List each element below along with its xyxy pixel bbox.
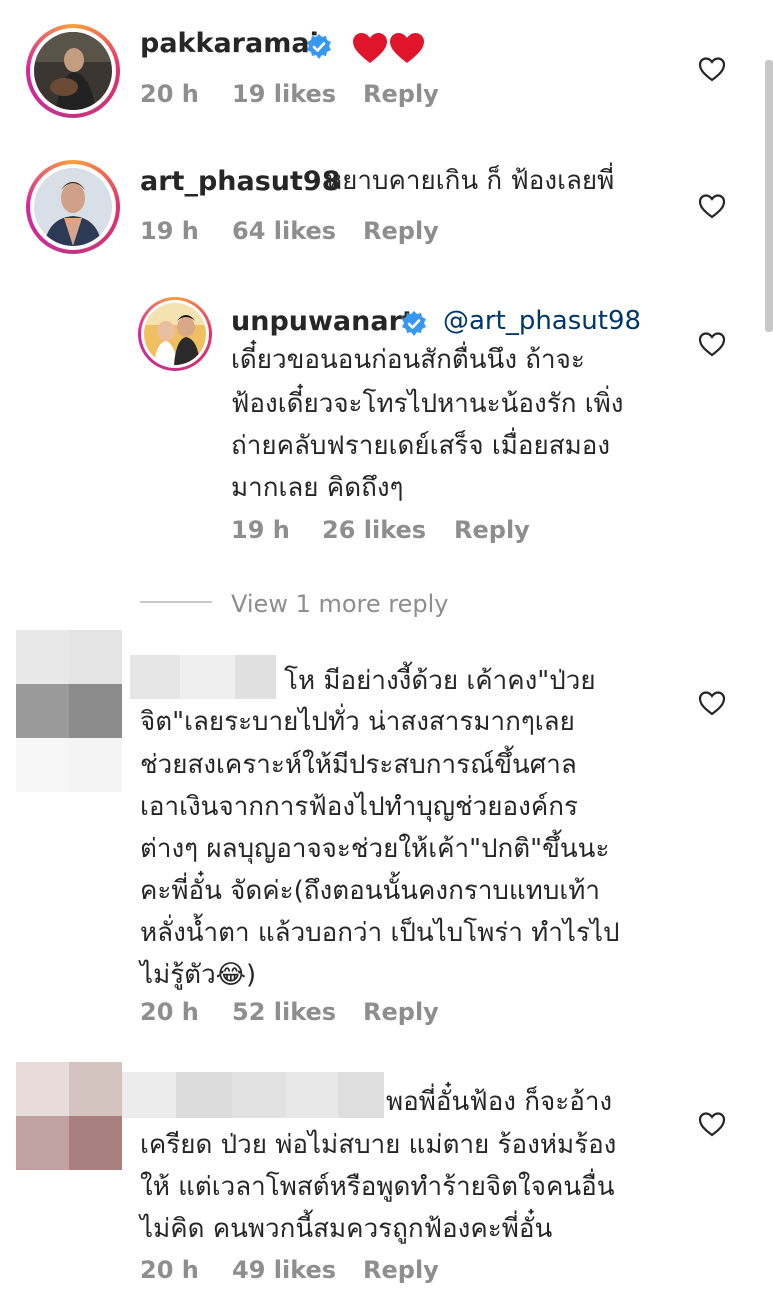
comment-username[interactable]: unpuwanart [231,306,415,337]
like-heart-outline-icon[interactable] [698,56,726,82]
comment-text-line: เอาเงินจากการฟ้องไปทำบุญช่วยองค์กร [140,792,578,822]
reply-button[interactable]: Reply [363,1256,439,1284]
like-heart-outline-icon[interactable] [698,193,726,219]
scrollbar[interactable] [765,60,773,332]
comment-text-line: โห มีอย่างงี้ด้วย เค้าคง"ป่วย [284,666,596,696]
comment-text-line: ไม่คิด คนพวกนี้สมควรถูกฟ้องคะพี่อั๋น [140,1214,553,1244]
avatar-ring[interactable] [138,297,212,371]
comment-text-line: เครียด ป่วย พ่อไม่สบาย แม่ตาย ร้องห่มร้อ… [140,1130,617,1160]
reply-button[interactable]: Reply [363,217,439,245]
verified-badge-icon [402,311,426,336]
verified-badge-icon [307,34,331,59]
comment-text-line: ฟ้องเดี๋ยวจะโทรไปหานะน้องรัก เพิ่ง [231,389,624,419]
comment-likes[interactable]: 26 likes [322,516,426,544]
avatar [144,303,206,365]
heart-icon [353,33,387,63]
comment-text: ❤️❤️ [352,26,355,27]
comment-likes[interactable]: 19 likes [232,80,336,108]
avatar[interactable] [16,630,122,792]
comment-time: 20 h [140,1256,199,1284]
reply-button[interactable]: Reply [363,80,439,108]
comment-text-line: ต่างๆ ผลบุญอาจจะช่วยให้เค้า"ปกติ"ขึ้นนะ [140,834,610,864]
comment-text-line: จิต"เลยระบายไปทั่ว น่าสงสารมากๆเลย [140,707,575,737]
comment-text-line: พอพี่อั๋นฟ้อง ก็จะอ้าง [386,1087,613,1117]
blurred-username[interactable] [122,1072,384,1118]
avatar[interactable] [16,1062,122,1170]
avatar-ring[interactable] [26,24,120,118]
heart-icon [390,33,424,63]
comment-time: 19 h [140,217,199,245]
like-heart-outline-icon[interactable] [698,1111,726,1137]
comment-likes[interactable]: 52 likes [232,998,336,1026]
mention-link[interactable]: @art_phasut98 [443,300,641,342]
reply-button[interactable]: Reply [363,998,439,1026]
blurred-username[interactable] [130,655,276,699]
comment-likes[interactable]: 64 likes [232,217,336,245]
comment-username[interactable]: art_phasut98 [140,166,340,197]
comment-time: 20 h [140,80,199,108]
like-heart-outline-icon[interactable] [698,690,726,716]
comment-time: 20 h [140,998,199,1026]
view-more-divider [140,601,212,603]
comment-text: หยาบคายเกิน ก็ ฟ้องเลยพี่ [325,166,615,196]
like-heart-outline-icon[interactable] [698,331,726,357]
comment-text-line: ช่วยสงเคราะห์ให้มีประสบการณ์ขึ้นศาล [140,750,577,780]
comment-text-line: ให้ แต่เวลาโพสต์หรือพูดทำร้ายจิตใจคนอื่น [140,1172,615,1202]
comment-likes[interactable]: 49 likes [232,1256,336,1284]
comment-text-line: เดี๋ยวขอนอนก่อนสักตื่นนึง ถ้าจะ [231,345,585,375]
comment-text-line: ถ่ายคลับฟรายเดย์เสร็จ เมื่อยสมอง [231,431,611,461]
comment-text-line: มากเลย คิดถึงๆ [231,473,404,503]
avatar-ring[interactable] [26,160,120,254]
comment-text-line: ไม่รู้ตัว😂) [140,960,257,990]
avatar [34,168,112,246]
comment-username[interactable]: pakkaramai [140,28,319,59]
comment-text-line: คะพี่อั๋น จัดค่ะ(ถึงตอนนั้นคงกราบแทบเท้า [140,876,600,906]
avatar [34,32,112,110]
comment-text-line: หลั่งน้ำตา แล้วบอกว่า เป็นไบโพร่า ทำไรไป [140,918,620,948]
reply-button[interactable]: Reply [454,516,530,544]
view-more-replies-button[interactable]: View 1 more reply [231,590,449,618]
comment-time: 19 h [231,516,290,544]
